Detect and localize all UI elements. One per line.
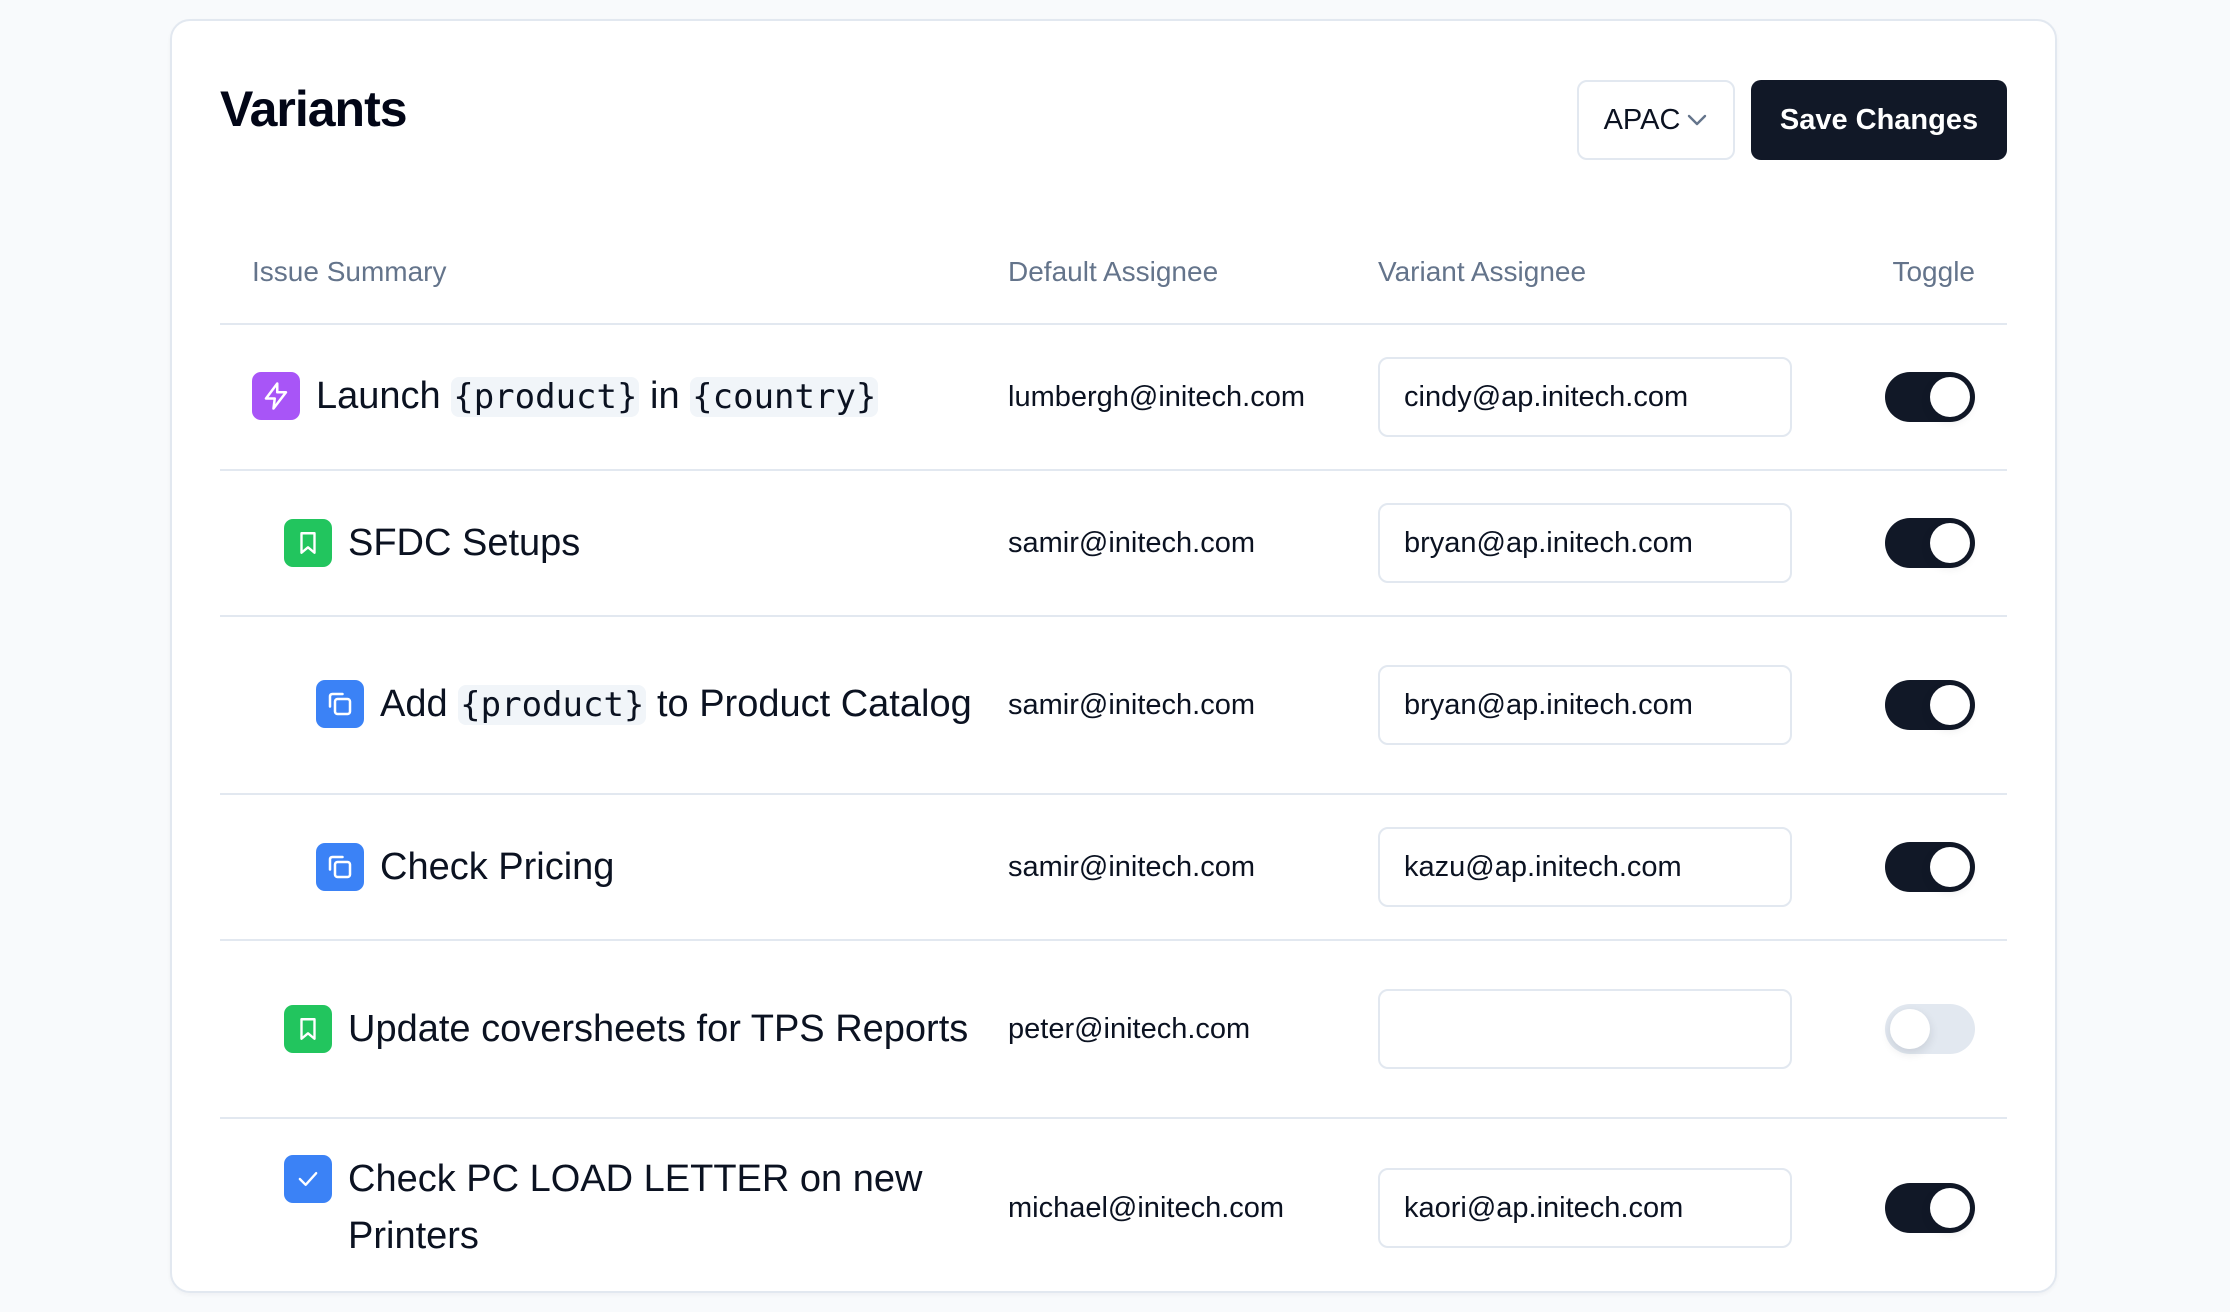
issue-summary-text: Update coversheets for TPS Reports: [348, 1001, 1008, 1058]
bookmark-icon: [284, 1004, 332, 1053]
card-header: Variants APAC Save Changes: [220, 79, 2007, 161]
cell-default-assignee: samir@initech.com: [1008, 689, 1378, 722]
variant-assignee-input[interactable]: [1378, 989, 1792, 1069]
issue-summary[interactable]: Check PC LOAD LETTER on new Printers: [284, 1151, 1008, 1265]
variant-toggle[interactable]: [1885, 1004, 1975, 1054]
cell-issue-summary: Add {product} to Product Catalog: [220, 676, 1008, 734]
variant-toggle[interactable]: [1885, 1183, 1975, 1233]
summary-text: Check PC LOAD LETTER on new Printers: [348, 1158, 933, 1257]
variant-toggle[interactable]: [1885, 518, 1975, 568]
table-row: Launch {product} in {country} lumbergh@i…: [220, 325, 2007, 471]
column-header-variant-assignee: Variant Assignee: [1378, 256, 1587, 287]
variants-card: Variants APAC Save Changes Issue Summary…: [170, 19, 2057, 1293]
toggle-knob: [1930, 523, 1970, 563]
cell-variant-assignee: [1378, 1168, 1816, 1248]
table-row: Update coversheets for TPS Reports peter…: [220, 941, 2007, 1119]
column-header-issue-summary: Issue Summary: [252, 256, 447, 287]
default-assignee: samir@initech.com: [1008, 688, 1255, 721]
toggle-knob: [1930, 685, 1970, 725]
region-select[interactable]: APAC: [1577, 80, 1735, 160]
cell-issue-summary: Launch {product} in {country}: [220, 368, 1008, 426]
cell-default-assignee: michael@initech.com: [1008, 1192, 1378, 1225]
cell-issue-summary: SFDC Setups: [220, 515, 1008, 572]
cell-toggle: [1816, 372, 2007, 422]
cell-issue-summary: Check Pricing: [220, 839, 1008, 896]
table-row: Check Pricing samir@initech.com: [220, 795, 2007, 941]
issue-summary-text: Add {product} to Product Catalog: [380, 676, 1008, 734]
issue-summary-text: Launch {product} in {country}: [316, 368, 1008, 426]
cell-variant-assignee: [1378, 503, 1816, 583]
cell-toggle: [1816, 680, 2007, 730]
lightning-icon: [252, 372, 300, 420]
header-actions: APAC Save Changes: [1577, 80, 2007, 160]
issue-summary-text: Check PC LOAD LETTER on new Printers: [348, 1151, 1008, 1265]
page-background: [0, 0, 152, 1312]
cell-issue-summary: Update coversheets for TPS Reports: [220, 1001, 1008, 1058]
summary-text: Add: [380, 683, 459, 725]
checkbox-icon: [284, 1155, 332, 1203]
default-assignee: michael@initech.com: [1008, 1191, 1285, 1224]
bookmark-icon: [284, 518, 332, 567]
variant-assignee-input[interactable]: [1378, 665, 1792, 745]
variant-assignee-input[interactable]: [1378, 1168, 1792, 1248]
default-assignee: samir@initech.com: [1008, 850, 1255, 883]
issue-summary[interactable]: SFDC Setups: [284, 515, 1008, 572]
summary-text: in: [639, 375, 691, 417]
table-row: Add {product} to Product Catalog samir@i…: [220, 617, 2007, 795]
cell-issue-summary: Check PC LOAD LETTER on new Printers: [220, 1151, 1008, 1265]
toggle-knob: [1930, 1188, 1970, 1228]
cell-default-assignee: lumbergh@initech.com: [1008, 381, 1378, 414]
column-header-toggle: Toggle: [1892, 256, 1975, 287]
subtask-icon: [316, 680, 364, 728]
variant-assignee-input[interactable]: [1378, 357, 1792, 437]
issue-summary[interactable]: Add {product} to Product Catalog: [316, 676, 1008, 734]
table-body: Launch {product} in {country} lumbergh@i…: [220, 325, 2007, 1297]
toggle-knob: [1890, 1009, 1930, 1049]
cell-toggle: [1816, 842, 2007, 892]
template-variable: {product}: [451, 377, 640, 417]
column-header-default-assignee: Default Assignee: [1008, 256, 1219, 287]
template-variable: {product}: [458, 685, 647, 725]
variant-toggle[interactable]: [1885, 372, 1975, 422]
cell-default-assignee: samir@initech.com: [1008, 527, 1378, 560]
issue-summary[interactable]: Update coversheets for TPS Reports: [284, 1001, 1008, 1058]
issue-summary[interactable]: Launch {product} in {country}: [252, 368, 1008, 426]
toggle-knob: [1930, 847, 1970, 887]
default-assignee: samir@initech.com: [1008, 526, 1255, 559]
cell-toggle: [1816, 518, 2007, 568]
cell-variant-assignee: [1378, 989, 1816, 1069]
issue-summary-text: Check Pricing: [380, 839, 1008, 896]
cell-variant-assignee: [1378, 827, 1816, 907]
issue-summary-text: SFDC Setups: [348, 515, 1008, 572]
cell-variant-assignee: [1378, 665, 1816, 745]
template-variable: {country}: [690, 377, 879, 417]
variants-table: Issue Summary Default Assignee Variant A…: [220, 221, 2007, 1297]
page-title: Variants: [220, 81, 408, 137]
table-header: Issue Summary Default Assignee Variant A…: [220, 221, 2007, 325]
default-assignee: lumbergh@initech.com: [1008, 380, 1306, 413]
cell-default-assignee: peter@initech.com: [1008, 1013, 1378, 1046]
variant-assignee-input[interactable]: [1378, 827, 1792, 907]
cell-toggle: [1816, 1004, 2007, 1054]
chevron-down-icon: [1686, 109, 1708, 131]
region-select-value: APAC: [1603, 103, 1681, 136]
default-assignee: peter@initech.com: [1008, 1012, 1251, 1045]
table-row: Check PC LOAD LETTER on new Printers mic…: [220, 1119, 2007, 1297]
subtask-icon: [316, 842, 364, 891]
summary-text: Update coversheets for TPS Reports: [348, 1007, 969, 1050]
summary-text: SFDC Setups: [348, 521, 581, 564]
summary-text: to Product Catalog: [646, 683, 972, 725]
toggle-knob: [1930, 377, 1970, 417]
summary-text: Check Pricing: [380, 845, 615, 888]
save-changes-button[interactable]: Save Changes: [1751, 80, 2007, 160]
cell-toggle: [1816, 1183, 2007, 1233]
table-row: SFDC Setups samir@initech.com: [220, 471, 2007, 617]
cell-variant-assignee: [1378, 357, 1816, 437]
variant-toggle[interactable]: [1885, 680, 1975, 730]
cell-default-assignee: samir@initech.com: [1008, 851, 1378, 884]
summary-text: Launch: [316, 375, 452, 417]
variant-toggle[interactable]: [1885, 842, 1975, 892]
issue-summary[interactable]: Check Pricing: [316, 839, 1008, 896]
variant-assignee-input[interactable]: [1378, 503, 1792, 583]
